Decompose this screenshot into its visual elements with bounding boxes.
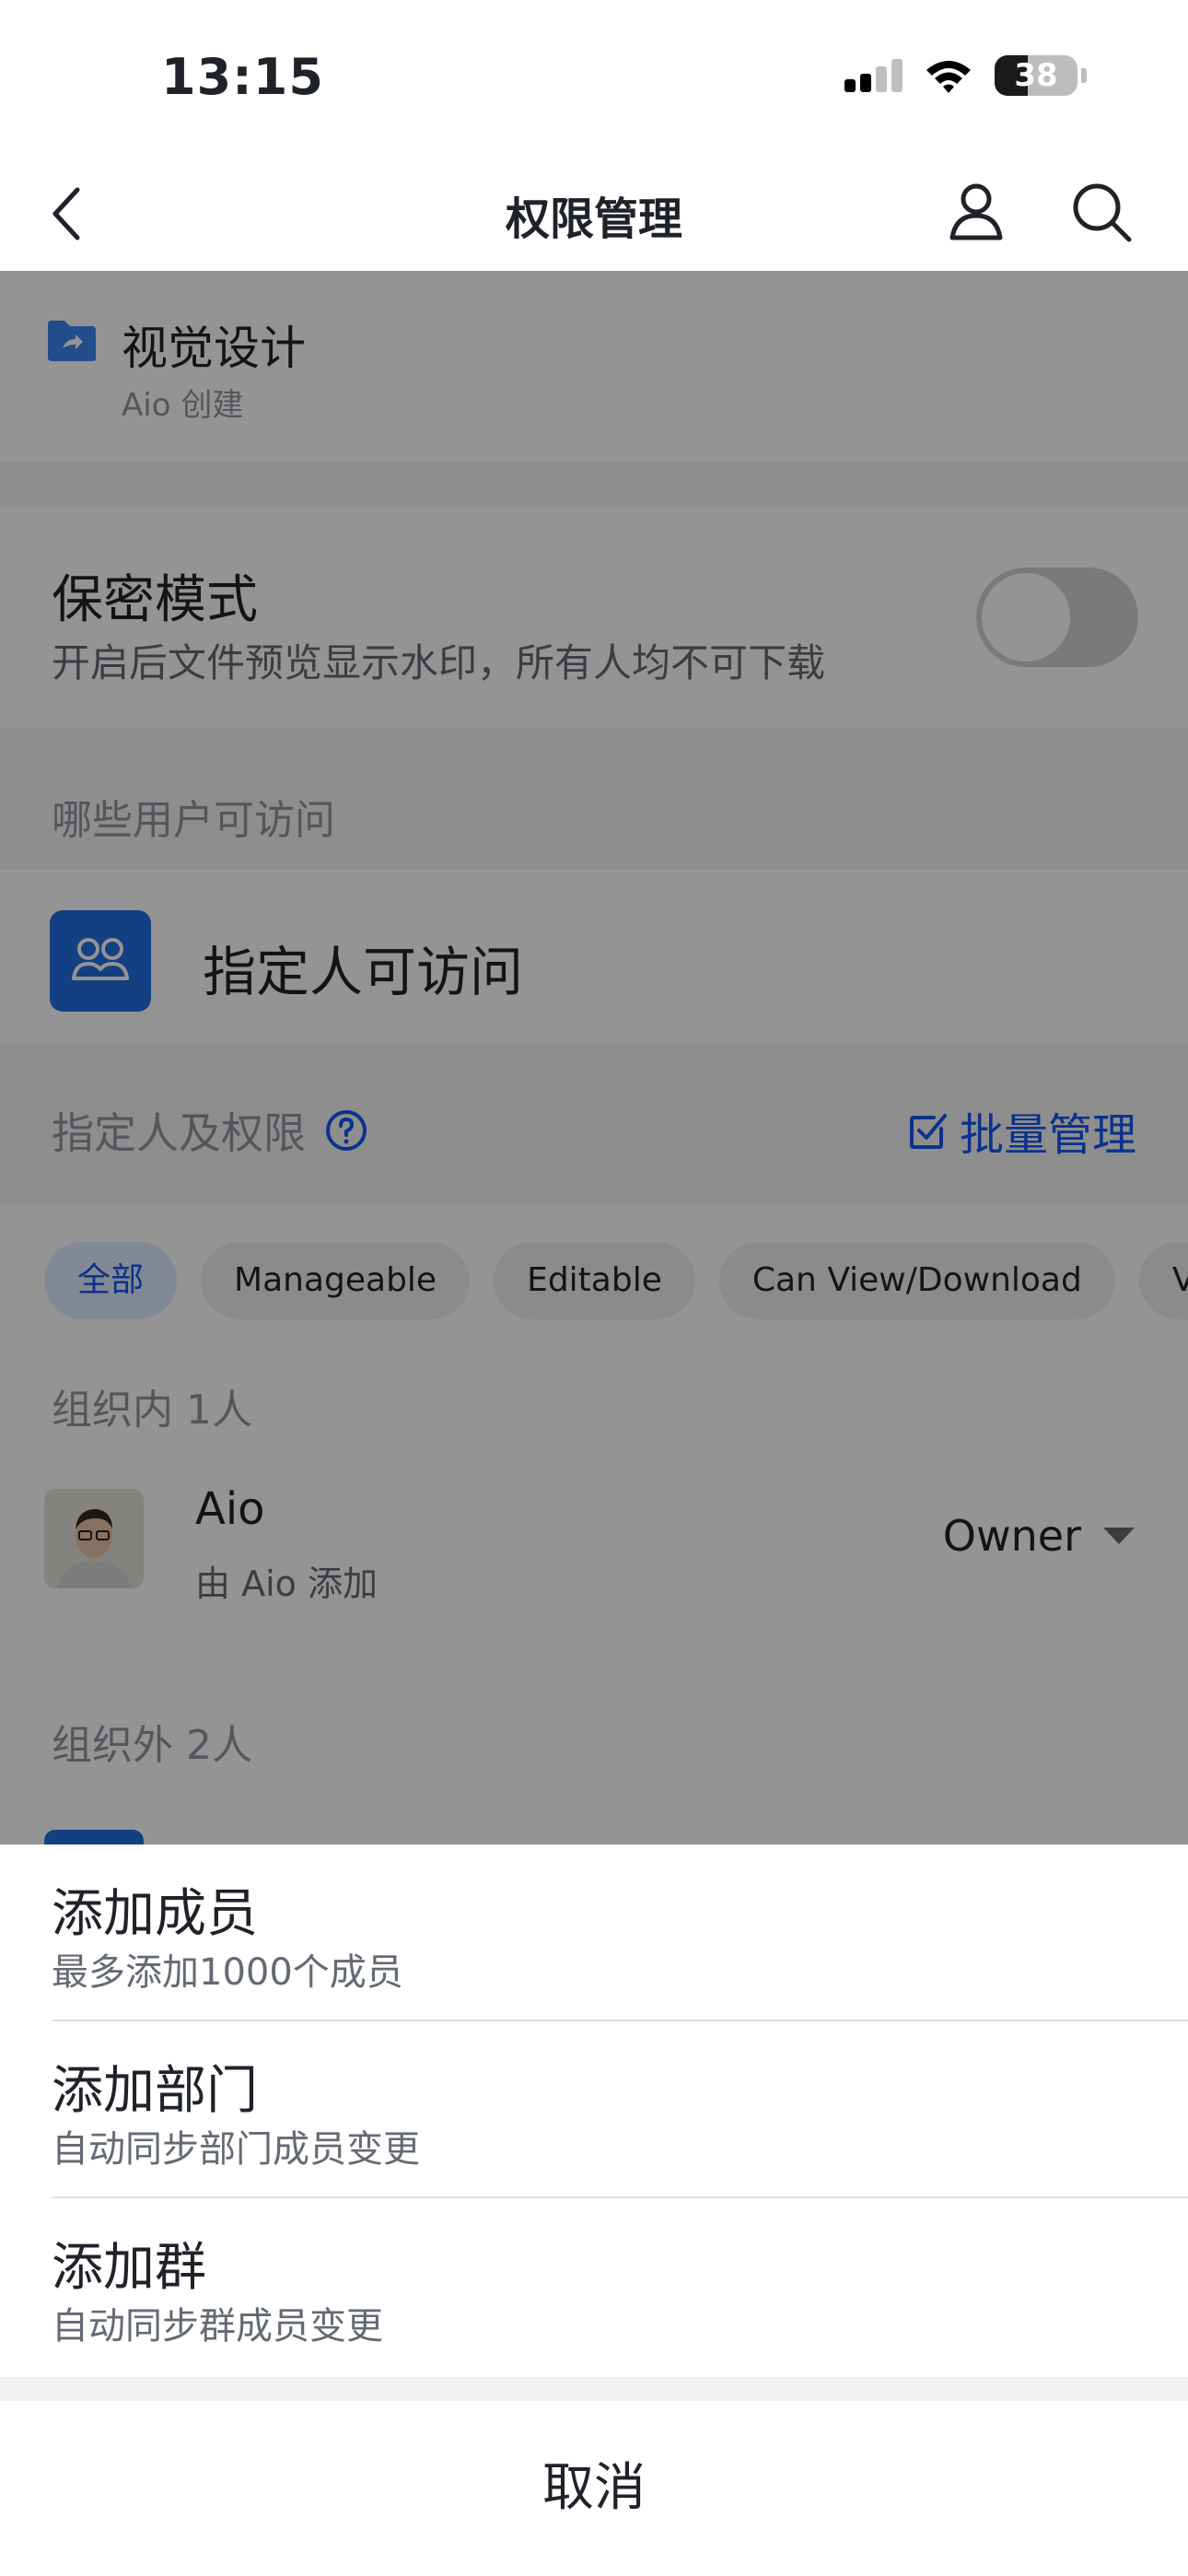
- option-subtitle: 自动同步群成员变更: [52, 2305, 383, 2348]
- option-subtitle: 最多添加1000个成员: [52, 1951, 403, 1994]
- status-time: 13:15: [161, 48, 324, 106]
- option-title: 添加部门: [52, 2061, 258, 2121]
- search-icon[interactable]: [1066, 177, 1136, 247]
- option-title: 添加群: [52, 2238, 206, 2298]
- status-bar: 13:15 38: [0, 0, 1188, 157]
- wifi-icon: [926, 61, 971, 93]
- modal-overlay[interactable]: [0, 271, 1188, 1844]
- nav-bar: 权限管理: [0, 157, 1188, 271]
- battery-cap: [1081, 68, 1087, 83]
- add-group-option[interactable]: 添加群 自动同步群成员变更: [0, 2198, 1188, 2375]
- status-icons: 38: [844, 55, 1087, 96]
- add-member-option[interactable]: 添加成员 最多添加1000个成员: [0, 1844, 1188, 2021]
- cancel-button[interactable]: 取消: [0, 2401, 1188, 2576]
- signal-icon: [844, 59, 903, 92]
- option-title: 添加成员: [52, 1884, 258, 1944]
- person-icon[interactable]: [941, 177, 1011, 247]
- sheet-gap: [0, 2377, 1188, 2401]
- option-subtitle: 自动同步部门成员变更: [52, 2128, 420, 2171]
- battery-icon: 38: [995, 55, 1077, 96]
- action-sheet: 添加成员 最多添加1000个成员 添加部门 自动同步部门成员变更 添加群 自动同…: [0, 1844, 1188, 2576]
- battery-level: 38: [1014, 57, 1058, 94]
- add-department-option[interactable]: 添加部门 自动同步部门成员变更: [0, 2021, 1188, 2198]
